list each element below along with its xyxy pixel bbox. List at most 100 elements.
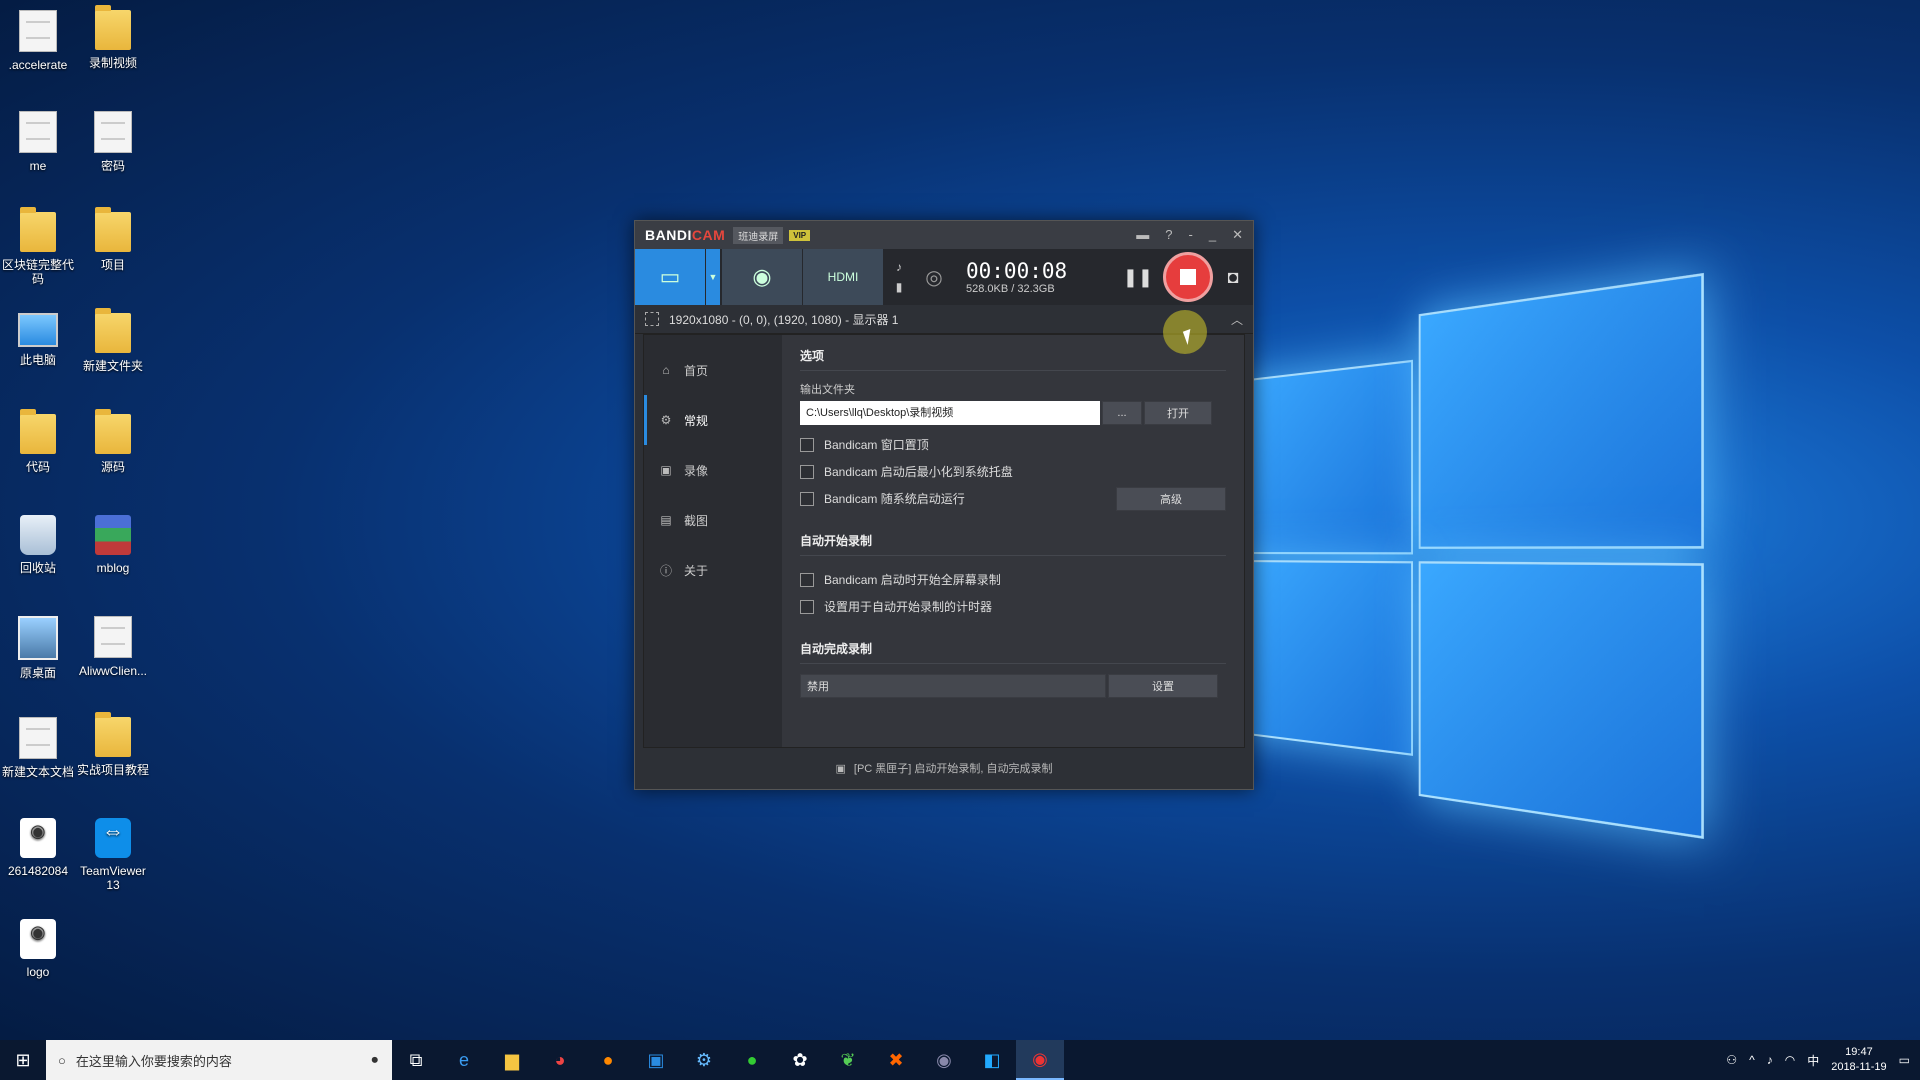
chat-icon: ▣ <box>835 762 846 775</box>
checkbox-auto-fullscreen[interactable]: Bandicam 启动时开始全屏幕录制 <box>800 566 1226 593</box>
title-bar[interactable]: BANDICAM 班迪录屏 VIP ▬ ? - _ ✕ <box>635 221 1253 249</box>
chevron-up-icon[interactable]: ︿ <box>1231 311 1253 328</box>
region-bar[interactable]: 1920x1080 - (0, 0), (1920, 1080) - 显示器 1… <box>635 305 1253 334</box>
microphone-icon[interactable]: ⏺ <box>372 1052 393 1068</box>
ws-button[interactable]: ◧ <box>968 1040 1016 1080</box>
browse-button[interactable]: ... <box>1102 401 1142 425</box>
checkbox-run-on-startup[interactable]: Bandicam 随系统启动运行 高级 <box>800 485 1226 512</box>
folder-icon[interactable]: ▬ <box>1136 227 1149 243</box>
desktop-icon-label: 源码 <box>100 460 125 474</box>
minimize-icon[interactable]: _ <box>1209 227 1216 243</box>
logo-pane <box>1240 560 1413 756</box>
sidebar-item-video[interactable]: ▣ 录像 <box>644 445 782 495</box>
region-text: 1920x1080 - (0, 0), (1920, 1080) - 显示器 1 <box>669 312 899 327</box>
edge-button[interactable]: e <box>440 1040 488 1080</box>
desktop-icon-tutorial[interactable]: 实战项目教程 <box>75 712 151 777</box>
screen-mode-button[interactable]: ▭ <box>635 249 705 305</box>
app-button[interactable]: ▣ <box>632 1040 680 1080</box>
checkbox-auto-timer[interactable]: 设置用于自动开始录制的计时器 <box>800 593 1226 620</box>
advanced-button[interactable]: 高级 <box>1116 486 1226 511</box>
shield-icon: ▣ <box>647 1049 665 1070</box>
desktop-icon-recycle-bin[interactable]: 回收站 <box>0 515 76 575</box>
webcam-button[interactable]: ◎ <box>914 249 954 305</box>
screenshot-button[interactable]: ◘ <box>1213 249 1253 305</box>
archive-icon <box>95 515 131 555</box>
sidebar-item-home[interactable]: ⌂ 首页 <box>644 345 782 395</box>
minimize-tray-icon[interactable]: - <box>1189 227 1193 243</box>
teamviewer-icon <box>95 818 131 858</box>
ime-indicator[interactable]: 中 <box>1807 1052 1819 1069</box>
footer-tip[interactable]: ▣ [PC 黑匣子] 启动开始录制, 自动完成录制 <box>635 748 1253 788</box>
hdmi-mode-button[interactable]: HDMI <box>803 249 883 305</box>
sidebar-item-label: 关于 <box>684 563 709 578</box>
qq-button[interactable]: ✿ <box>776 1040 824 1080</box>
checkbox-minimize-to-tray[interactable]: Bandicam 启动后最小化到系统托盘 <box>800 458 1226 485</box>
clock[interactable]: 19:47 2018-11-19 <box>1831 1045 1886 1075</box>
desktop-icon-blockchain[interactable]: 区块链完整代码 <box>0 207 76 286</box>
volume-icon[interactable]: ♪ <box>1767 1053 1773 1067</box>
checkbox[interactable] <box>800 572 814 587</box>
game-mode-button[interactable]: ◉ <box>722 249 802 305</box>
network-icon[interactable]: ◠ <box>1785 1053 1795 1067</box>
people-icon[interactable]: ⚇ <box>1726 1053 1737 1067</box>
sidebar-item-about[interactable]: ⓘ 关于 <box>644 545 782 595</box>
desktop-icon-qq-261482084[interactable]: 261482084 <box>0 818 76 878</box>
auto-finish-settings-button[interactable]: 设置 <box>1108 674 1218 698</box>
bandicam-window: BANDICAM 班迪录屏 VIP ▬ ? - _ ✕ ▭ ▼ ◉ HDMI ♪… <box>634 220 1254 790</box>
desktop-icon-source[interactable]: 源码 <box>75 409 151 474</box>
pause-button[interactable]: ❚❚ <box>1123 249 1163 305</box>
gamepad-icon: ◉ <box>752 264 772 289</box>
desktop-icon-this-pc[interactable]: 此电脑 <box>0 313 76 367</box>
desktop-icon-mblog[interactable]: mblog <box>75 515 151 575</box>
xampp-button[interactable]: ✖ <box>872 1040 920 1080</box>
open-folder-button[interactable]: 打开 <box>1144 401 1212 425</box>
checkbox-always-on-top[interactable]: Bandicam 窗口置顶 <box>800 431 1226 458</box>
file-icon <box>94 616 132 658</box>
desktop-icon-code[interactable]: 代码 <box>0 409 76 474</box>
task-view-button[interactable]: ⧉ <box>392 1040 440 1080</box>
desktop-icon-new-text[interactable]: 新建文本文档 <box>0 717 76 779</box>
sidebar-item-screenshot[interactable]: ▤ 截图 <box>644 495 782 545</box>
file-icon <box>19 10 57 52</box>
checkbox[interactable] <box>800 464 814 479</box>
close-icon[interactable]: ✕ <box>1232 227 1243 243</box>
desktop-icon-me[interactable]: me <box>0 111 76 173</box>
checkbox-label: Bandicam 启动时开始全屏幕录制 <box>824 573 1001 587</box>
desktop-icon-project[interactable]: 项目 <box>75 207 151 272</box>
speaker-icon[interactable]: ♪ <box>896 260 902 274</box>
microphone-icon[interactable]: ▮ <box>896 280 903 294</box>
start-button[interactable]: ⊞ <box>0 1050 46 1071</box>
desktop-icon-accelerate[interactable]: .accelerate <box>0 10 76 72</box>
bandicam-taskbar-button[interactable]: ◉ <box>1016 1040 1064 1080</box>
network-app-button[interactable]: ⚙ <box>680 1040 728 1080</box>
firefox-button[interactable]: ● <box>584 1040 632 1080</box>
help-icon[interactable]: ? <box>1165 227 1172 243</box>
recording-status: 00:00:08 528.0KB / 32.3GB <box>954 249 1067 305</box>
chevron-up-icon[interactable]: ^ <box>1749 1053 1755 1067</box>
desktop-icon-aliww[interactable]: AliwwClien... <box>75 616 151 678</box>
desktop-icon-logo[interactable]: logo <box>0 919 76 979</box>
desktop-icon-new-folder[interactable]: 新建文件夹 <box>75 308 151 373</box>
wechat-button[interactable]: ❦ <box>824 1040 872 1080</box>
desktop-icon-recordings[interactable]: 录制视频 <box>75 5 151 70</box>
explorer-button[interactable]: ▆ <box>488 1040 536 1080</box>
checkbox[interactable] <box>800 491 814 506</box>
stop-record-button[interactable] <box>1163 252 1213 302</box>
notification-icon[interactable]: ▭ <box>1899 1053 1910 1067</box>
desktop-icon-teamviewer[interactable]: TeamViewer 13 <box>75 818 151 892</box>
checkbox[interactable] <box>800 599 814 614</box>
green-app-button[interactable]: ● <box>728 1040 776 1080</box>
checkbox[interactable] <box>800 437 814 452</box>
desktop-icon-original-desktop[interactable]: 原桌面 <box>0 616 76 680</box>
output-folder-input[interactable]: C:\Users\llq\Desktop\录制视频 <box>800 401 1100 425</box>
checkbox-label: Bandicam 启动后最小化到系统托盘 <box>824 465 1013 479</box>
taskbar-search-box[interactable]: ○ 在这里输入你要搜索的内容 ⏺ <box>46 1040 392 1080</box>
desktop-icon-password[interactable]: 密码 <box>75 111 151 173</box>
eclipse-button[interactable]: ◉ <box>920 1040 968 1080</box>
region-icon <box>645 312 659 326</box>
chrome-button[interactable]: ◕ <box>536 1040 584 1080</box>
brand-text-cam: CAM <box>691 227 726 243</box>
mode-dropdown-button[interactable]: ▼ <box>706 249 720 305</box>
folder-icon <box>95 5 131 50</box>
sidebar-item-general[interactable]: ⚙ 常规 <box>644 395 782 445</box>
